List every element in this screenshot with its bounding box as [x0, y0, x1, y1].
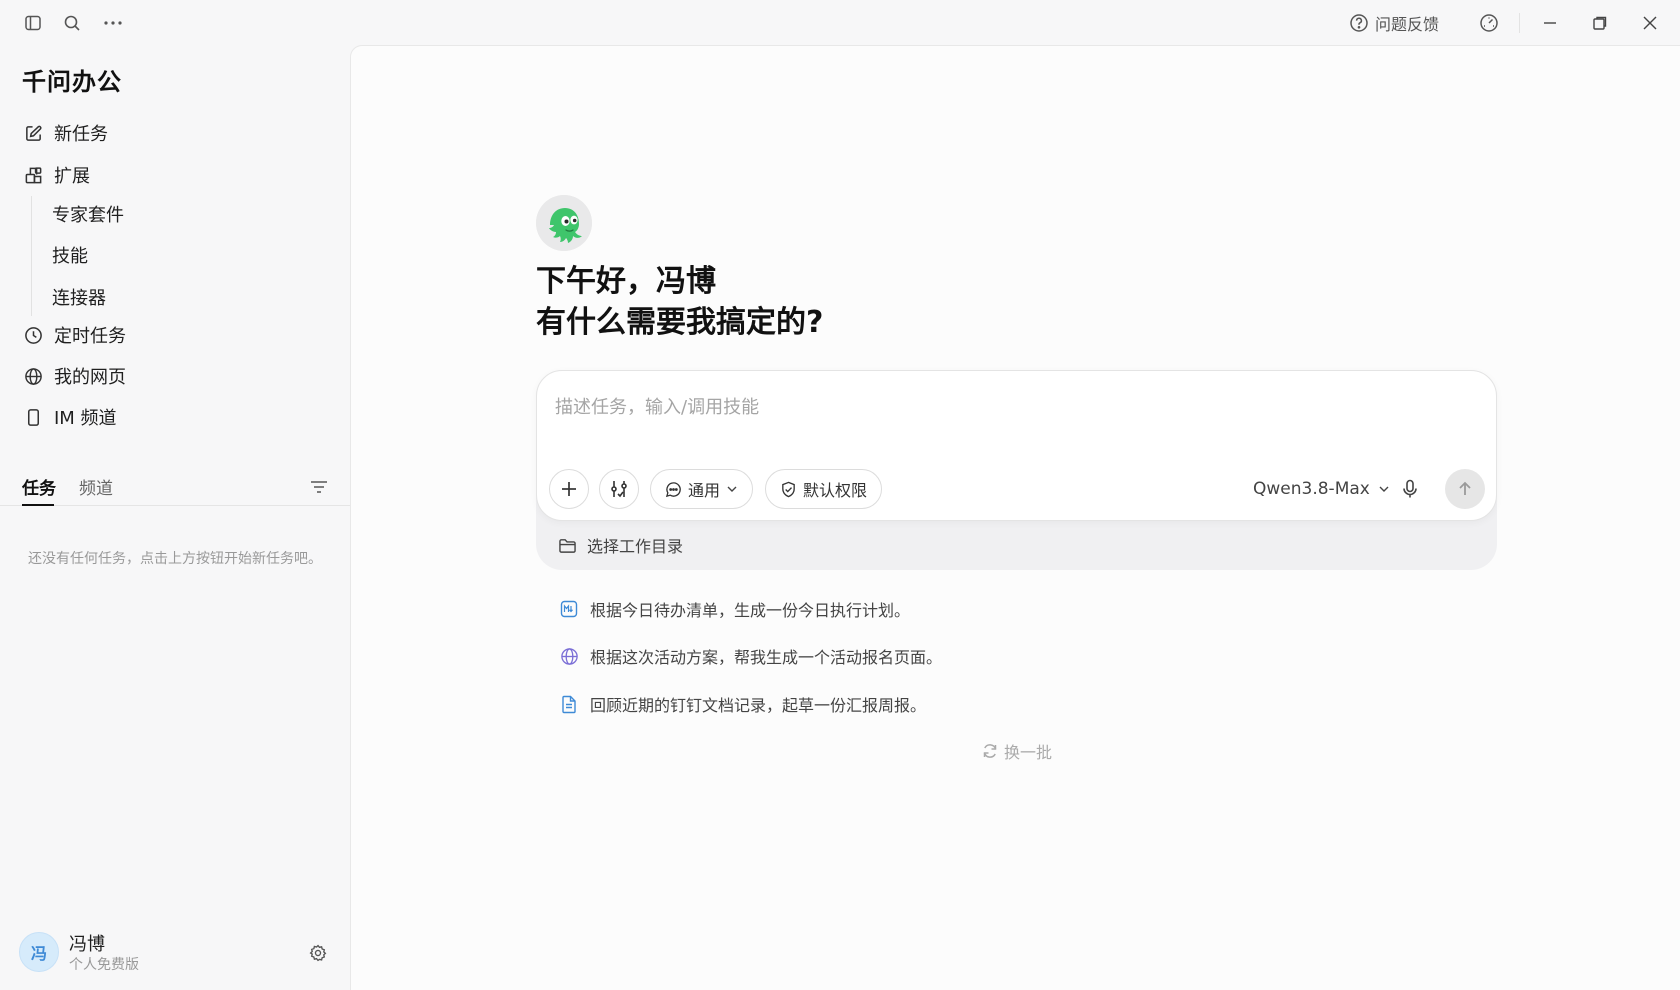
task-tabs: 任务 频道 — [0, 466, 350, 506]
add-attachment-button[interactable] — [549, 469, 589, 509]
suggestion-item[interactable]: 根据这次活动方案，帮我生成一个活动报名页面。 — [559, 643, 942, 669]
main-panel: 下午好，冯博 有什么需要我搞定的? 通用 — [350, 45, 1680, 990]
feedback-help-icon — [1349, 13, 1369, 33]
sidebar: 千问办公 新任务 扩展 专家套件 技能 连接器 定时任务 我的网页 IM 频道 … — [0, 46, 350, 990]
tab-channels[interactable]: 频道 — [79, 474, 113, 499]
user-name: 冯博 — [69, 934, 105, 955]
permission-label: 默认权限 — [803, 481, 868, 500]
suggestion-text: 根据这次活动方案，帮我生成一个活动报名页面。 — [590, 648, 943, 667]
user-profile[interactable]: 冯 冯博 个人免费版 — [19, 930, 331, 974]
settings-gear-icon[interactable] — [307, 942, 329, 964]
sidebar-item-new-task[interactable]: 新任务 — [22, 118, 108, 148]
phone-icon — [22, 406, 44, 428]
refresh-icon — [982, 743, 998, 759]
permission-selector[interactable]: 默认权限 — [765, 469, 883, 509]
minimize-icon[interactable] — [1538, 11, 1562, 35]
markdown-icon — [559, 599, 579, 619]
select-workdir-button[interactable]: 选择工作目录 — [558, 532, 683, 558]
sidebar-item-extensions[interactable]: 扩展 — [22, 160, 90, 190]
clock-icon — [22, 324, 44, 346]
sidebar-item-label: 我的网页 — [54, 367, 126, 388]
edit-icon — [22, 122, 44, 144]
avatar: 冯 — [19, 932, 59, 972]
sidebar-item-im-channels[interactable]: IM 频道 — [22, 402, 117, 432]
more-icon[interactable] — [101, 11, 125, 35]
tools-button[interactable] — [599, 469, 639, 509]
composer: 通用 默认权限 Qwen3.8-Max — [536, 370, 1497, 521]
chat-bubble-icon — [665, 481, 682, 498]
chevron-down-icon — [1378, 483, 1390, 495]
empty-task-message: 还没有任何任务，点击上方按钮开始新任务吧。 — [28, 551, 322, 567]
title-bar: 问题反馈 — [0, 0, 1680, 46]
feedback-button[interactable]: 问题反馈 — [1349, 10, 1439, 36]
user-plan: 个人免费版 — [69, 957, 139, 973]
model-label: Qwen3.8-Max — [1253, 479, 1370, 499]
sidebar-toggle-icon[interactable] — [21, 11, 45, 35]
sidebar-item-scheduled-tasks[interactable]: 定时任务 — [22, 320, 126, 350]
mascot-avatar-icon — [536, 195, 592, 251]
app-title: 千问办公 — [22, 68, 122, 96]
greeting-line-2: 有什么需要我搞定的? — [536, 305, 824, 340]
shield-check-icon — [780, 481, 797, 498]
active-tab-indicator — [22, 504, 54, 506]
workdir-label: 选择工作目录 — [587, 537, 684, 556]
globe-icon — [559, 646, 579, 666]
submenu-guide-line — [31, 196, 32, 316]
suggestion-text: 回顾近期的钉钉文档记录，起草一份汇报周报。 — [590, 696, 927, 715]
plus-icon — [560, 480, 578, 498]
suggestion-item[interactable]: 根据今日待办清单，生成一份今日执行计划。 — [559, 596, 910, 622]
sliders-icon — [609, 479, 629, 499]
microphone-icon[interactable] — [1399, 478, 1421, 500]
filter-icon[interactable] — [308, 476, 330, 498]
sidebar-item-label: 新任务 — [54, 124, 108, 145]
sidebar-item-connectors[interactable]: 连接器 — [52, 283, 106, 311]
extensions-icon — [22, 164, 44, 186]
sidebar-item-skills[interactable]: 技能 — [52, 241, 88, 269]
mode-label: 通用 — [688, 481, 721, 500]
refresh-label: 换一批 — [1004, 743, 1053, 762]
sidebar-item-label: 定时任务 — [54, 326, 126, 347]
titlebar-divider — [1519, 13, 1520, 33]
chevron-down-icon — [726, 483, 738, 495]
sidebar-item-label: IM 频道 — [54, 408, 117, 429]
search-icon[interactable] — [60, 11, 84, 35]
document-icon — [559, 694, 579, 714]
folder-icon — [558, 537, 577, 554]
task-input[interactable] — [555, 387, 1455, 427]
greeting-line-1: 下午好，冯博 — [536, 264, 716, 299]
greeting-heading: 下午好，冯博 有什么需要我搞定的? — [536, 261, 823, 343]
tab-tasks[interactable]: 任务 — [22, 474, 56, 499]
globe-icon — [22, 365, 44, 387]
close-icon[interactable] — [1638, 11, 1662, 35]
sidebar-item-expert-kits[interactable]: 专家套件 — [52, 200, 124, 228]
sidebar-item-label: 扩展 — [54, 166, 90, 187]
mode-selector[interactable]: 通用 — [650, 469, 754, 509]
suggestion-text: 根据今日待办清单，生成一份今日执行计划。 — [590, 601, 911, 620]
send-button[interactable] — [1445, 469, 1485, 509]
restore-icon[interactable] — [1588, 11, 1612, 35]
feedback-label: 问题反馈 — [1375, 15, 1440, 34]
gauge-icon[interactable] — [1477, 11, 1501, 35]
model-selector[interactable]: Qwen3.8-Max — [1253, 469, 1390, 509]
suggestion-item[interactable]: 回顾近期的钉钉文档记录，起草一份汇报周报。 — [559, 691, 926, 717]
composer-container: 通用 默认权限 Qwen3.8-Max — [536, 370, 1497, 570]
refresh-suggestions-button[interactable]: 换一批 — [982, 739, 1052, 763]
sidebar-item-my-pages[interactable]: 我的网页 — [22, 361, 126, 391]
arrow-up-icon — [1457, 481, 1473, 497]
